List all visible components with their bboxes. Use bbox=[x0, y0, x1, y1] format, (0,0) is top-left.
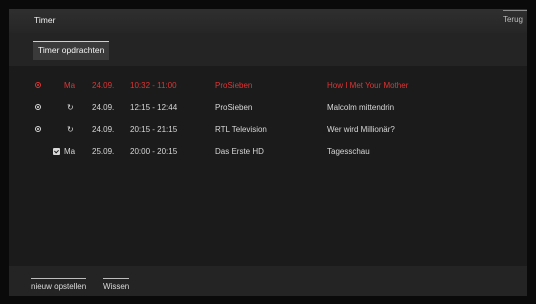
timer-date: 24.09. bbox=[92, 81, 115, 90]
timer-day: Ma bbox=[64, 147, 76, 156]
tab-timer-opdrachten[interactable]: Timer opdrachten bbox=[33, 41, 110, 60]
tab-bar: Timer opdrachten bbox=[9, 33, 527, 66]
record-dot-icon bbox=[35, 126, 41, 132]
record-dot-icon bbox=[35, 82, 41, 88]
back-button-indicator bbox=[503, 10, 527, 11]
repeat-icon: ↻ bbox=[67, 103, 74, 112]
new-timer-label: nieuw opstellen bbox=[31, 282, 87, 291]
timer-time: 10:32 - 11:00 bbox=[130, 81, 177, 90]
top-bar: Timer Terug bbox=[9, 9, 527, 33]
footer-bar: nieuw opstellen Wissen bbox=[9, 266, 527, 296]
timer-time: 20:00 - 20:15 bbox=[130, 147, 178, 156]
button-indicator bbox=[103, 278, 130, 279]
button-indicator bbox=[31, 278, 87, 279]
new-timer-button[interactable]: nieuw opstellen bbox=[31, 278, 87, 295]
timer-program: Malcolm mittendrin bbox=[327, 103, 395, 112]
timer-time: 12:15 - 12:44 bbox=[130, 103, 178, 112]
timer-program: How I Met Your Mother bbox=[327, 81, 409, 90]
timer-program: Wer wird Millionär? bbox=[327, 125, 395, 134]
timer-program: Tagesschau bbox=[327, 147, 370, 156]
back-button[interactable]: Terug bbox=[503, 15, 523, 24]
timer-date: 25.09. bbox=[92, 147, 115, 156]
delete-button[interactable]: Wissen bbox=[103, 278, 130, 295]
repeat-icon: ↻ bbox=[67, 125, 74, 134]
timer-channel: ProSieben bbox=[215, 103, 253, 112]
checkbox-icon[interactable] bbox=[53, 148, 60, 155]
back-button-label: Terug bbox=[502, 15, 523, 24]
timer-time: 20:15 - 21:15 bbox=[130, 125, 178, 134]
timer-row[interactable]: Ma 25.09. 20:00 - 20:15 Das Erste HD Tag… bbox=[9, 143, 527, 161]
record-dot-icon bbox=[35, 104, 41, 110]
timer-list: Ma 24.09. 10:32 - 11:00 ProSieben How I … bbox=[9, 66, 527, 267]
timer-channel: Das Erste HD bbox=[215, 147, 264, 156]
timer-date: 24.09. bbox=[92, 125, 115, 134]
timer-row[interactable]: ↻ 24.09. 20:15 - 21:15 RTL Television We… bbox=[9, 121, 527, 139]
timer-date: 24.09. bbox=[92, 103, 115, 112]
tab-label: Timer opdrachten bbox=[38, 45, 105, 55]
delete-label: Wissen bbox=[103, 282, 130, 291]
tab-active-indicator bbox=[33, 41, 110, 42]
timer-row[interactable]: Ma 24.09. 10:32 - 11:00 ProSieben How I … bbox=[9, 77, 527, 95]
timer-day: Ma bbox=[64, 81, 76, 90]
timer-screen: Timer Terug Timer opdrachten Ma 24.09. 1… bbox=[9, 9, 527, 296]
timer-channel: ProSieben bbox=[215, 81, 253, 90]
timer-channel: RTL Television bbox=[215, 125, 267, 134]
screen-title: Timer bbox=[34, 15, 56, 25]
timer-row[interactable]: ↻ 24.09. 12:15 - 12:44 ProSieben Malcolm… bbox=[9, 99, 527, 117]
